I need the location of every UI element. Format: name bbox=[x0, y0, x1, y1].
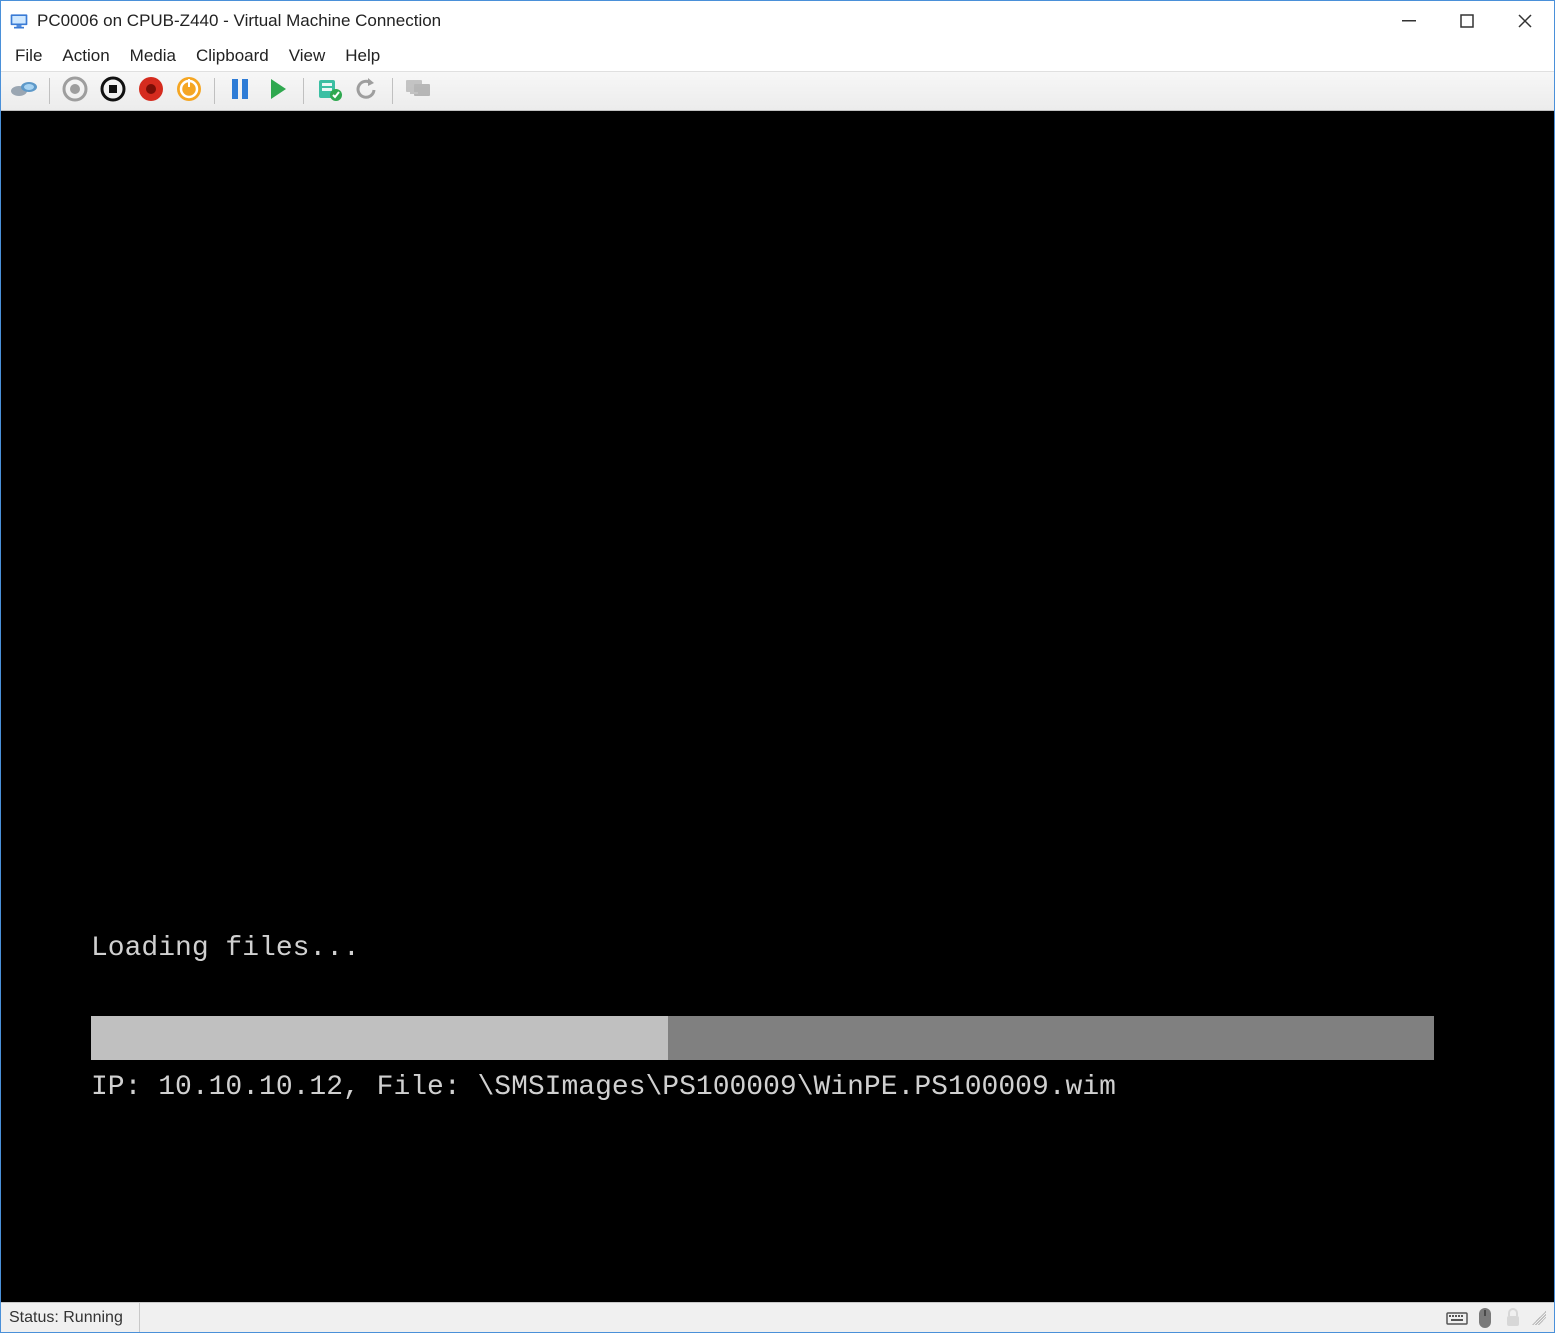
vm-display[interactable]: Loading files... IP: 10.10.10.12, File: … bbox=[1, 111, 1554, 1302]
enhanced-session-icon bbox=[405, 77, 431, 106]
menu-help[interactable]: Help bbox=[335, 43, 390, 69]
separator bbox=[303, 78, 304, 104]
boot-progress-fill bbox=[91, 1016, 668, 1060]
start-button[interactable] bbox=[261, 75, 295, 107]
maximize-button[interactable] bbox=[1438, 1, 1496, 41]
checkpoint-icon bbox=[316, 76, 342, 107]
checkpoint-button[interactable] bbox=[312, 75, 346, 107]
keyboard-status-icon bbox=[1446, 1307, 1468, 1329]
toolbar bbox=[1, 71, 1554, 111]
power-red-icon bbox=[138, 76, 164, 107]
status-text: Status: Running bbox=[9, 1303, 140, 1332]
window-title: PC0006 on CPUB-Z440 - Virtual Machine Co… bbox=[37, 11, 441, 31]
power-orange-icon bbox=[176, 76, 202, 107]
ctrl-alt-del-button[interactable] bbox=[7, 75, 41, 107]
separator bbox=[49, 78, 50, 104]
lock-status-icon bbox=[1502, 1307, 1524, 1329]
play-icon bbox=[268, 78, 288, 105]
titlebar: PC0006 on CPUB-Z440 - Virtual Machine Co… bbox=[1, 1, 1554, 41]
close-button[interactable] bbox=[1496, 1, 1554, 41]
window-controls bbox=[1380, 1, 1554, 41]
menu-clipboard[interactable]: Clipboard bbox=[186, 43, 279, 69]
boot-detail-line: IP: 10.10.10.12, File: \SMSImages\PS1000… bbox=[91, 1072, 1116, 1103]
boot-progress-bar bbox=[91, 1016, 1434, 1060]
menu-view[interactable]: View bbox=[279, 43, 336, 69]
app-icon bbox=[9, 11, 29, 31]
menubar: File Action Media Clipboard View Help bbox=[1, 41, 1554, 71]
menu-action[interactable]: Action bbox=[52, 43, 119, 69]
pause-icon bbox=[230, 78, 250, 105]
resize-grip[interactable] bbox=[1532, 1311, 1546, 1325]
status-icons bbox=[1446, 1307, 1528, 1329]
separator bbox=[392, 78, 393, 104]
shutdown-button[interactable] bbox=[96, 75, 130, 107]
boot-loading-label: Loading files... bbox=[91, 933, 360, 964]
reset-button[interactable] bbox=[172, 75, 206, 107]
save-state-button[interactable] bbox=[134, 75, 168, 107]
revert-button[interactable] bbox=[350, 75, 384, 107]
separator bbox=[214, 78, 215, 104]
keys-icon bbox=[10, 79, 38, 104]
pause-button[interactable] bbox=[223, 75, 257, 107]
power-off-icon bbox=[62, 76, 88, 107]
undo-icon bbox=[354, 76, 380, 107]
menu-file[interactable]: File bbox=[5, 43, 52, 69]
turn-off-button[interactable] bbox=[58, 75, 92, 107]
statusbar: Status: Running bbox=[1, 1302, 1554, 1332]
menu-media[interactable]: Media bbox=[120, 43, 186, 69]
minimize-button[interactable] bbox=[1380, 1, 1438, 41]
enhanced-session-button[interactable] bbox=[401, 75, 435, 107]
mouse-status-icon bbox=[1474, 1307, 1496, 1329]
stop-icon bbox=[100, 76, 126, 107]
vm-connection-window: PC0006 on CPUB-Z440 - Virtual Machine Co… bbox=[0, 0, 1555, 1333]
